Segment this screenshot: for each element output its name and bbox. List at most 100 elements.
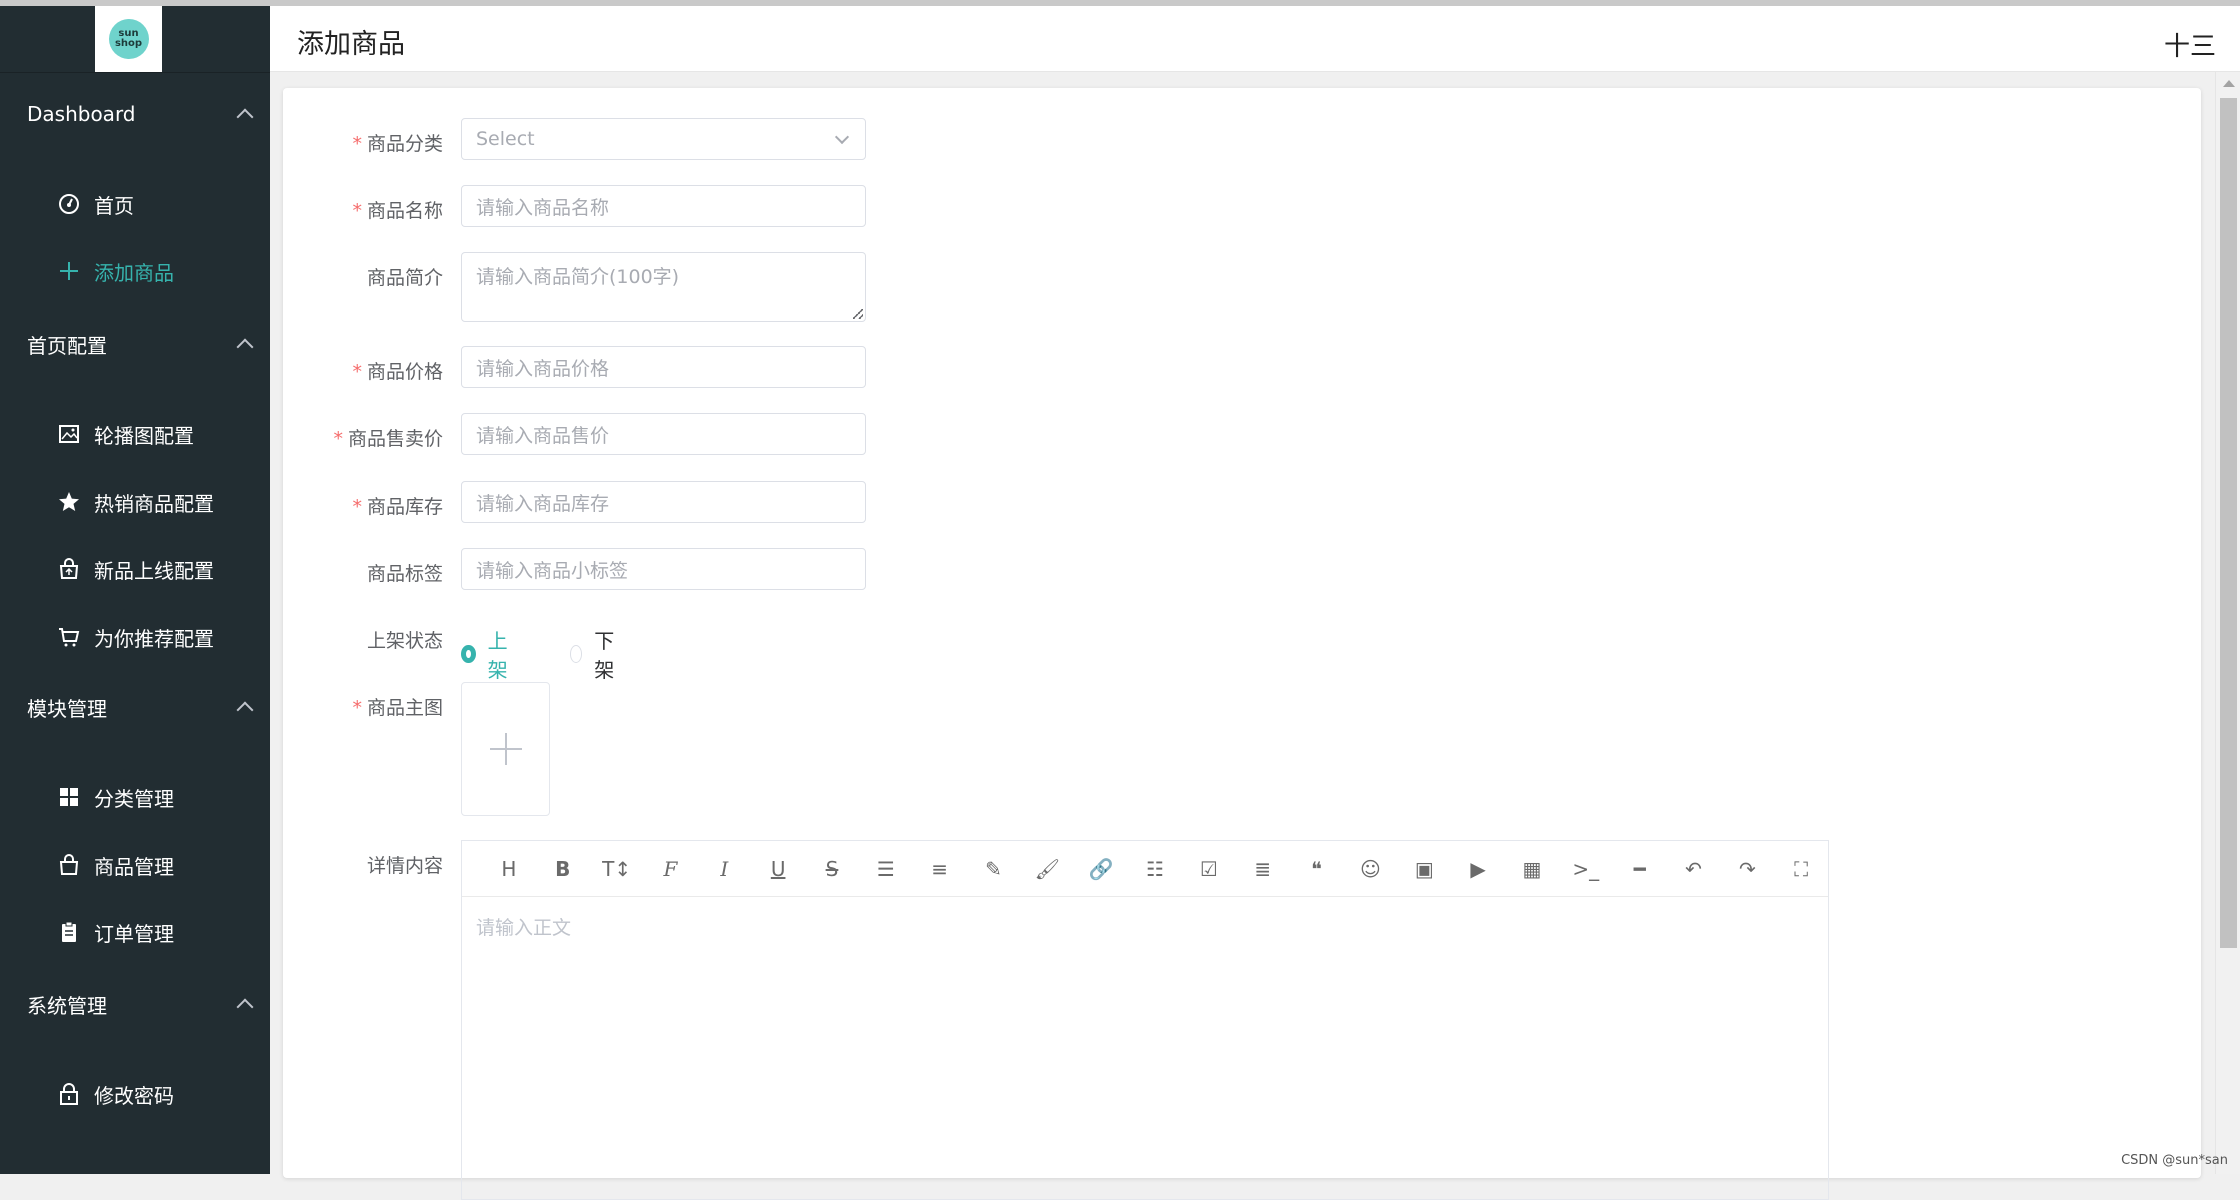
font-family-icon[interactable]: F <box>644 853 698 885</box>
goods-price-input[interactable]: 请输入商品价格 <box>461 346 866 388</box>
user-menu[interactable]: 十三 <box>2164 26 2216 63</box>
sidebar-item-label: 新品上线配置 <box>94 555 214 584</box>
bold-icon[interactable]: B <box>536 853 590 885</box>
goods-intro-textarea[interactable]: 请输入商品简介(100字) <box>461 252 866 322</box>
name-label: *商品名称 <box>283 196 443 223</box>
sidebar-item-home[interactable]: 首页 <box>58 184 134 224</box>
menu-group-home-config[interactable]: 首页配置 <box>27 324 257 364</box>
redo-icon[interactable]: ↷ <box>1720 853 1774 885</box>
input-placeholder: 请输入商品价格 <box>476 354 609 381</box>
sidebar-item-label: 修改密码 <box>94 1080 174 1109</box>
goods-bag-icon <box>58 854 80 876</box>
chevron-up-icon <box>237 109 254 126</box>
goods-stock-input[interactable]: 请输入商品库存 <box>461 481 866 523</box>
sidebar-item-category-management[interactable]: 分类管理 <box>58 777 174 817</box>
sidebar-item-order-management[interactable]: 订单管理 <box>58 912 174 952</box>
main-image-uploader[interactable] <box>461 682 550 816</box>
sidebar-item-label: 首页 <box>94 190 134 219</box>
menu-group-dashboard[interactable]: Dashboard <box>27 94 257 134</box>
font-size-icon[interactable]: T↕ <box>590 853 644 885</box>
quote-icon[interactable]: ❝ <box>1290 853 1344 885</box>
rich-text-editor[interactable]: H B T↕ F I U S ☰ ≡ ✎ 🖌 🔗 ☷ ☑ ≣ ❝ ☺ <box>461 840 1829 1200</box>
sidebar-item-label: 轮播图配置 <box>94 420 194 449</box>
main-content: *商品分类 Select *商品名称 请输入商品名称 商品简介 请输入商品简介(… <box>270 72 2215 1174</box>
sell-bag-icon <box>58 558 80 580</box>
menu-group-label: Dashboard <box>27 102 136 126</box>
menu-group-module-management[interactable]: 模块管理 <box>27 687 257 727</box>
sell-price-label: *商品售卖价 <box>283 424 443 451</box>
sidebar-item-label: 热销商品配置 <box>94 488 214 517</box>
resize-handle-icon[interactable] <box>853 309 863 319</box>
emoji-icon[interactable]: ☺ <box>1344 853 1398 885</box>
app-logo[interactable]: sun shop <box>95 6 162 72</box>
logo-icon: sun shop <box>109 19 149 59</box>
sidebar: sun shop Dashboard 首页 添加商品 首页配置 轮播图配置 热销… <box>0 6 270 1174</box>
cart-icon <box>58 626 80 648</box>
todo-icon[interactable]: ☑ <box>1182 853 1236 885</box>
code-icon[interactable]: >_ <box>1559 853 1613 885</box>
category-select[interactable]: Select <box>461 118 866 160</box>
italic-icon[interactable]: I <box>697 853 751 885</box>
sidebar-item-label: 为你推荐配置 <box>94 623 214 652</box>
goods-sell-price-input[interactable]: 请输入商品售价 <box>461 413 866 455</box>
bullet-list-icon[interactable]: ☷ <box>1128 853 1182 885</box>
heading-icon[interactable]: H <box>482 853 536 885</box>
sidebar-item-label: 商品管理 <box>94 851 174 880</box>
star-icon <box>58 491 80 513</box>
video-icon[interactable]: ▶ <box>1451 853 1505 885</box>
page-title: 添加商品 <box>297 22 405 61</box>
sidebar-item-recommend-config[interactable]: 为你推荐配置 <box>58 617 214 657</box>
sidebar-item-goods-management[interactable]: 商品管理 <box>58 845 174 885</box>
goods-tag-input[interactable]: 请输入商品小标签 <box>461 548 866 590</box>
radio-label: 下架 <box>594 625 620 683</box>
chevron-up-icon <box>237 999 254 1016</box>
intro-label: 商品简介 <box>283 263 443 290</box>
input-placeholder: 请输入商品简介(100字) <box>476 262 679 289</box>
table-icon[interactable]: ▦ <box>1505 853 1559 885</box>
sidebar-item-hot-goods-config[interactable]: 热销商品配置 <box>58 482 214 522</box>
line-height-icon[interactable]: ≡ <box>913 853 967 885</box>
status-radio-off-shelf[interactable]: 下架 <box>570 625 620 683</box>
radio-selected-icon <box>461 645 476 663</box>
input-placeholder: 请输入商品库存 <box>476 489 609 516</box>
goods-name-input[interactable]: 请输入商品名称 <box>461 185 866 227</box>
sidebar-item-add-goods[interactable]: 添加商品 <box>58 251 174 291</box>
select-placeholder: Select <box>476 128 535 150</box>
add-goods-form-card: *商品分类 Select *商品名称 请输入商品名称 商品简介 请输入商品简介(… <box>283 88 2201 1178</box>
editor-content-area[interactable]: 请输入正文 <box>462 897 1828 956</box>
scroll-up-arrow-icon[interactable] <box>2223 80 2235 87</box>
underline-icon[interactable]: U <box>751 853 805 885</box>
clipboard-icon <box>58 921 80 943</box>
divider-icon[interactable]: ━ <box>1613 853 1667 885</box>
fullscreen-icon[interactable]: ⛶ <box>1774 853 1828 885</box>
input-placeholder: 请输入商品售价 <box>476 421 609 448</box>
strikethrough-icon[interactable]: S <box>805 853 859 885</box>
status-radio-on-shelf[interactable]: 上架 <box>461 625 511 683</box>
sidebar-item-new-goods-config[interactable]: 新品上线配置 <box>58 549 214 589</box>
category-label: *商品分类 <box>283 129 443 156</box>
lock-icon <box>58 1083 80 1105</box>
chevron-down-icon <box>835 130 849 144</box>
background-color-icon[interactable]: 🖌 <box>1020 853 1074 885</box>
editor-toolbar: H B T↕ F I U S ☰ ≡ ✎ 🖌 🔗 ☷ ☑ ≣ ❝ ☺ <box>462 841 1828 897</box>
vertical-scrollbar[interactable] <box>2215 72 2240 1174</box>
menu-group-system-management[interactable]: 系统管理 <box>27 984 257 1024</box>
editor-placeholder: 请输入正文 <box>476 917 571 939</box>
image-icon[interactable]: ▣ <box>1397 853 1451 885</box>
link-icon[interactable]: 🔗 <box>1074 853 1128 885</box>
sidebar-item-change-password[interactable]: 修改密码 <box>58 1074 174 1114</box>
plus-icon <box>58 260 80 282</box>
justify-icon[interactable]: ≣ <box>1236 853 1290 885</box>
watermark: CSDN @sun*san <box>2121 1153 2228 1168</box>
font-color-icon[interactable]: ✎ <box>967 853 1021 885</box>
undo-icon[interactable]: ↶ <box>1667 853 1721 885</box>
top-header: 添加商品 十三 <box>270 6 2240 72</box>
menu-group-label: 模块管理 <box>27 693 107 722</box>
indent-icon[interactable]: ☰ <box>859 853 913 885</box>
sidebar-item-carousel-config[interactable]: 轮播图配置 <box>58 414 194 454</box>
stock-label: *商品库存 <box>283 492 443 519</box>
price-label: *商品价格 <box>283 357 443 384</box>
scroll-thumb[interactable] <box>2220 98 2237 948</box>
divider <box>0 72 270 73</box>
sidebar-item-label: 订单管理 <box>94 918 174 947</box>
